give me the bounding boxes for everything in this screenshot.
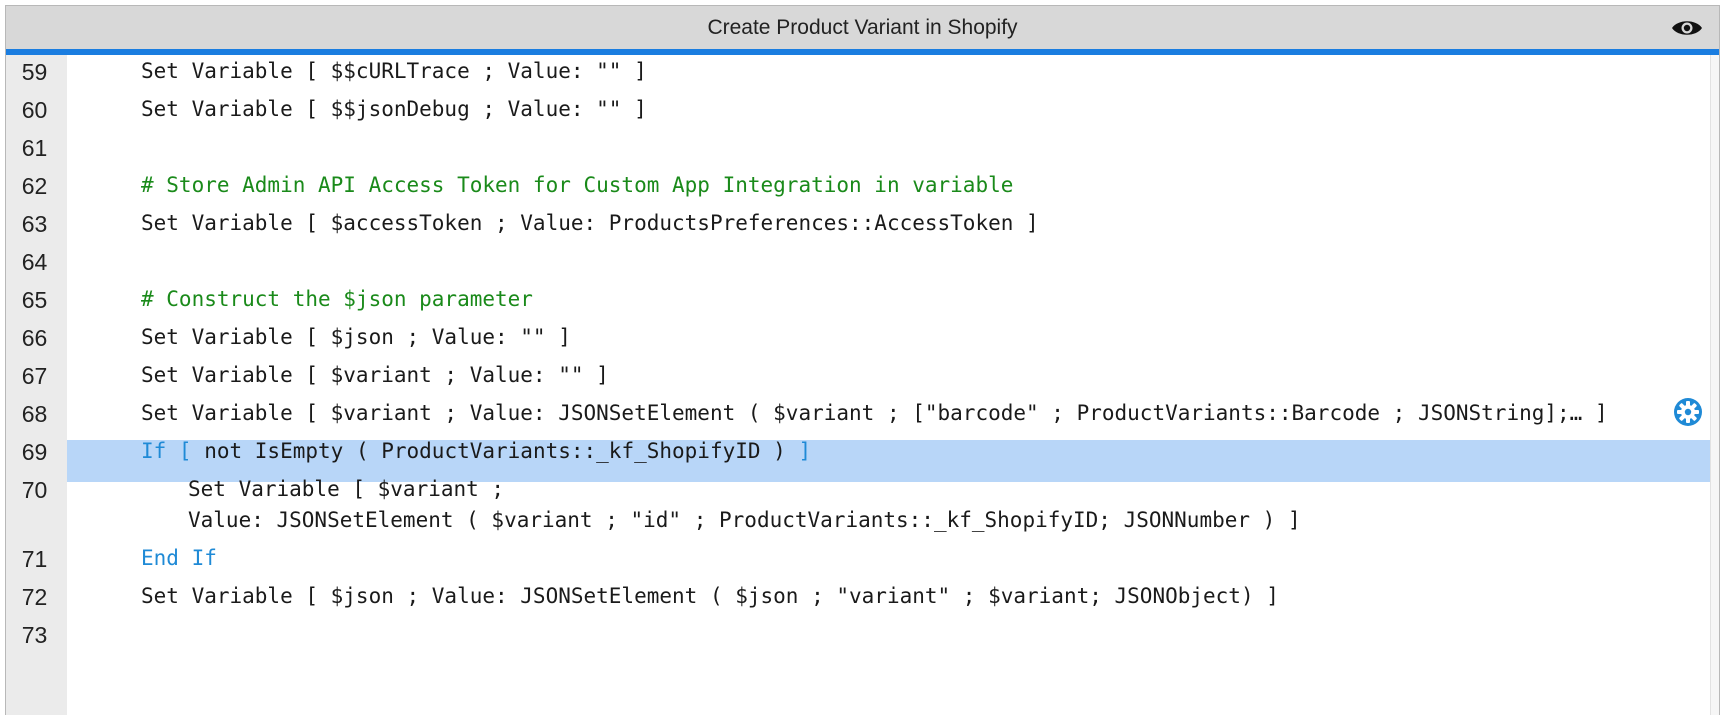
script-comment[interactable]: # Store Admin API Access Token for Custo… (141, 173, 1013, 197)
script-step[interactable]: Set Variable [ $variant ; (188, 477, 504, 501)
script-line-63[interactable]: 63 Set Variable [ $accessToken ; Value: … (6, 203, 1719, 245)
if-condition: not IsEmpty ( ProductVariants::_kf_Shopi… (191, 439, 799, 463)
line-number: 59 (21, 59, 48, 85)
line-number: 61 (21, 135, 48, 161)
script-line-68[interactable]: 68 Set Variable [ $variant ; Value: JSON… (6, 393, 1719, 435)
line-number: 68 (21, 401, 48, 427)
script-step[interactable]: Set Variable [ $json ; Value: JSONSetEle… (141, 584, 1279, 608)
script-step[interactable]: Set Variable [ $$cURLTrace ; Value: "" ] (141, 59, 647, 83)
line-number: 66 (21, 325, 48, 351)
line-number: 70 (21, 477, 48, 503)
script-line-64[interactable]: 64 (6, 241, 1719, 283)
script-line-67[interactable]: 67 Set Variable [ $variant ; Value: "" ] (6, 355, 1719, 397)
line-number: 73 (21, 622, 48, 648)
script-line-66[interactable]: 66 Set Variable [ $json ; Value: "" ] (6, 317, 1719, 359)
end-if-keyword[interactable]: End If (141, 546, 217, 570)
script-step[interactable]: Set Variable [ $variant ; Value: "" ] (141, 363, 609, 387)
script-line-62[interactable]: 62 # Store Admin API Access Token for Cu… (6, 165, 1719, 207)
line-number: 67 (21, 363, 48, 389)
script-step-continuation[interactable]: Value: JSONSetElement ( $variant ; "id" … (188, 508, 1301, 532)
eye-icon[interactable] (1671, 18, 1703, 38)
script-line-61[interactable]: 61 (6, 127, 1719, 169)
vertical-scrollbar[interactable] (1710, 55, 1719, 715)
script-comment[interactable]: # Construct the $json parameter (141, 287, 533, 311)
script-step[interactable]: Set Variable [ $accessToken ; Value: Pro… (141, 211, 1039, 235)
line-number: 63 (21, 211, 48, 237)
line-number: 69 (21, 439, 48, 465)
line-number: 65 (21, 287, 48, 313)
script-line-73[interactable]: 73 (6, 614, 1719, 656)
script-editor[interactable]: 59 Set Variable [ $$cURLTrace ; Value: "… (6, 55, 1719, 715)
line-number: 72 (21, 584, 48, 610)
script-line-69[interactable]: 69 If [ not IsEmpty ( ProductVariants::_… (6, 431, 1719, 473)
gear-icon[interactable] (1673, 397, 1703, 427)
line-number: 60 (21, 97, 48, 123)
script-workspace-window: Create Product Variant in Shopify 59 Set… (5, 5, 1720, 715)
script-line-72[interactable]: 72 Set Variable [ $json ; Value: JSONSet… (6, 576, 1719, 618)
script-line-70[interactable]: 70 Set Variable [ $variant ; Value: JSON… (6, 469, 1719, 537)
line-number: 71 (21, 546, 48, 572)
if-keyword: If [ (141, 439, 192, 463)
script-step[interactable]: Set Variable [ $$jsonDebug ; Value: "" ] (141, 97, 647, 121)
script-line-71[interactable]: 71 End If (6, 538, 1719, 580)
if-bracket-close: ] (798, 439, 812, 463)
script-line-65[interactable]: 65 # Construct the $json parameter (6, 279, 1719, 321)
script-step[interactable]: If [ not IsEmpty ( ProductVariants::_kf_… (141, 439, 811, 463)
window-title: Create Product Variant in Shopify (707, 16, 1018, 39)
script-line-59[interactable]: 59 Set Variable [ $$cURLTrace ; Value: "… (6, 51, 1719, 93)
line-number: 64 (21, 249, 48, 275)
title-bar: Create Product Variant in Shopify (6, 6, 1719, 50)
script-line-60[interactable]: 60 Set Variable [ $$jsonDebug ; Value: "… (6, 89, 1719, 131)
line-number: 62 (21, 173, 48, 199)
script-step[interactable]: Set Variable [ $variant ; Value: JSONSet… (141, 401, 1608, 425)
script-step[interactable]: Set Variable [ $json ; Value: "" ] (141, 325, 571, 349)
